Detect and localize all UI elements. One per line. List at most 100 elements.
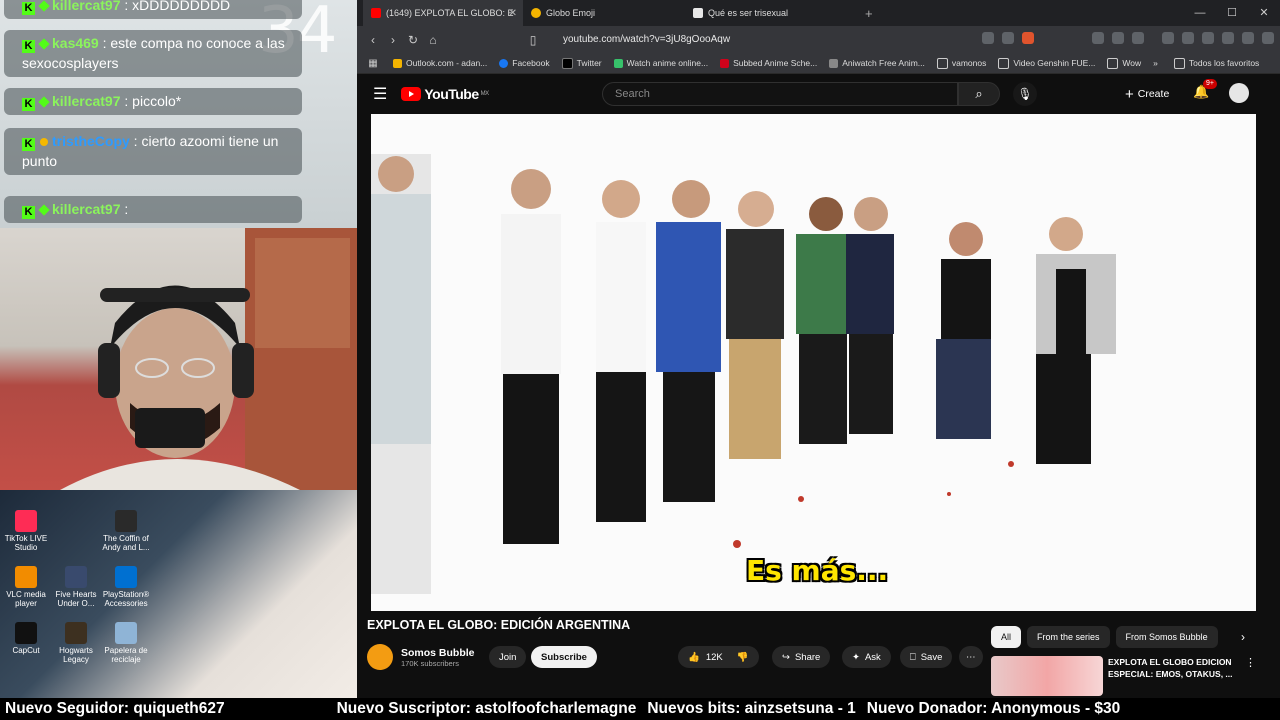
url-field[interactable]: youtube.com/watch?v=3jU8gOooAqw [563, 34, 730, 45]
desktop-icon[interactable]: VLC media player [0, 566, 52, 608]
bookmark-folder[interactable]: Video Genshin FUE... [998, 57, 1095, 69]
bookmark-folder[interactable]: Todos los favoritos [1173, 57, 1259, 69]
ask-button[interactable]: ✦ Ask [842, 646, 891, 668]
search-icon: ⌕ [975, 86, 983, 101]
chevron-right-icon[interactable]: › [1241, 630, 1245, 644]
sparkle-icon: ✦ [852, 651, 860, 663]
bookmark-item[interactable]: Subbed Anime Sche... [720, 58, 817, 68]
tab-youtube[interactable]: (1649) EXPLOTA EL GLOBO: E ✕ [363, 0, 523, 26]
subscribe-button[interactable]: Subscribe [531, 646, 597, 668]
extension-icon[interactable] [1002, 32, 1014, 44]
kick-icon: K [22, 138, 35, 151]
thumbs-down-icon[interactable]: 👎 [737, 652, 749, 663]
game-icon [65, 566, 87, 588]
gem-badge-icon [38, 96, 50, 108]
kick-icon: K [22, 40, 35, 53]
extension-icon[interactable] [1112, 32, 1124, 44]
account-avatar[interactable] [1229, 83, 1249, 103]
notification-badge: 9+ [1203, 79, 1217, 89]
channel-name[interactable]: Somos Bubble [401, 647, 475, 659]
alerts-ticker: Nuevo Seguidor: quiqueth627 Nuevo Suscri… [0, 698, 1280, 720]
chat-message: Kkillercat97 : piccolo* [4, 88, 302, 115]
bookmark-item[interactable]: Watch anime online... [613, 58, 708, 68]
forward-icon[interactable]: › [383, 33, 403, 47]
stream-overlay: 34 Kkillercat97 : xDDDDDDDDD Kkas469 : e… [0, 0, 357, 698]
desktop-icon[interactable]: TikTok LIVE Studio [0, 510, 52, 552]
back-icon[interactable]: ‹ [363, 33, 383, 47]
bookmark-item[interactable]: Twitter [561, 57, 602, 69]
minimize-icon[interactable]: — [1184, 0, 1216, 26]
folder-icon [1107, 57, 1119, 69]
apps-icon[interactable]: ▦ [363, 58, 383, 69]
channel-row: Somos Bubble 170K subscribers [367, 644, 475, 670]
close-tab-icon[interactable]: ✕ [509, 8, 517, 19]
bookmark-icon[interactable]: ▯ [523, 33, 543, 47]
tab-trisexual[interactable]: Qué es ser trisexual [685, 0, 855, 26]
bookmark-folder[interactable]: Wow [1107, 57, 1141, 69]
youtube-play-icon [401, 87, 422, 101]
bookmark-item[interactable]: Aniwatch Free Anim... [829, 58, 925, 68]
home-icon[interactable]: ⌂ [423, 33, 443, 47]
ticker-bits: Nuevos bits: ainzsetsuna - 1 [647, 700, 856, 717]
recycle-bin-icon [115, 622, 137, 644]
save-button[interactable]: ⎕ Save [900, 646, 953, 668]
tab-globo-emoji[interactable]: Globo Emoji [523, 0, 685, 26]
close-window-icon[interactable]: ✕ [1248, 0, 1280, 26]
sidebar-icon[interactable] [1182, 32, 1194, 44]
chip-from-channel[interactable]: From Somos Bubble [1115, 626, 1218, 648]
more-actions-button[interactable]: ⋯ [959, 646, 983, 668]
microphone-icon: 🎙 [1017, 87, 1033, 101]
more-dots-icon: ⋯ [966, 651, 976, 663]
desktop-icon[interactable]: PlayStation® Accessories [100, 566, 152, 608]
tiktok-icon [15, 510, 37, 532]
desktop-icon[interactable]: The Coffin of Andy and L... [100, 510, 152, 552]
x-icon [561, 57, 573, 69]
reload-icon[interactable]: ↻ [403, 33, 423, 47]
maximize-icon[interactable]: ☐ [1216, 0, 1248, 26]
thumbs-up-icon: 👍 [688, 651, 700, 663]
voice-search-button[interactable]: 🎙 [1013, 82, 1037, 106]
music-icon[interactable] [1162, 32, 1174, 44]
extension-icon[interactable] [1092, 32, 1104, 44]
create-button[interactable]: + Create [1125, 82, 1169, 106]
search-input[interactable]: Search [602, 82, 958, 106]
related-video-item[interactable]: EXPLOTA EL GLOBO EDICION ESPECIAL: EMOS,… [991, 656, 1256, 696]
youtube-favicon-icon [371, 8, 381, 18]
channel-avatar[interactable] [367, 644, 393, 670]
like-button[interactable]: 👍 12K 👎 [678, 646, 759, 668]
chip-from-series[interactable]: From the series [1027, 626, 1110, 648]
wallet-icon[interactable] [1242, 32, 1254, 44]
related-panel: All From the series From Somos Bubble › EX… [991, 626, 1256, 696]
globe-favicon-icon [531, 8, 541, 18]
youtube-logo[interactable]: YouTube MX [401, 86, 489, 102]
desktop-icon[interactable]: Hogwarts Legacy [50, 622, 102, 664]
video-title: EXPLOTA EL GLOBO: EDICIÓN ARGENTINA [367, 618, 631, 632]
desktop-icon[interactable]: Five Hearts Under O... [50, 566, 102, 608]
extension-icon[interactable] [982, 32, 994, 44]
more-vertical-icon[interactable]: ⋮ [1245, 656, 1256, 696]
menu-icon[interactable] [1262, 32, 1274, 44]
share-button[interactable]: ↪ Share [772, 646, 831, 668]
join-button[interactable]: Join [489, 646, 527, 668]
extension-icon[interactable] [1202, 32, 1214, 44]
anime-site-icon [613, 58, 623, 68]
webcam-feed [0, 228, 357, 490]
search-button[interactable]: ⌕ [958, 82, 1000, 106]
bookmark-folder[interactable]: vamonos [936, 57, 986, 69]
chat-overlay: 34 Kkillercat97 : xDDDDDDDDD Kkas469 : e… [0, 0, 357, 228]
chevron-right-icon[interactable]: » [1153, 58, 1158, 68]
bookmark-item[interactable]: Outlook.com - adan... [393, 58, 487, 68]
desktop-icon[interactable]: CapCut [0, 622, 52, 655]
video-player[interactable]: Es más... [371, 114, 1256, 611]
vlc-icon [15, 566, 37, 588]
hamburger-menu-icon[interactable]: ☰ [373, 84, 387, 104]
bookmark-item[interactable]: Facebook [499, 58, 550, 68]
brave-shield-icon[interactable] [1022, 32, 1034, 44]
ticker-donation: Nuevo Donador: Anonymous - $30 [866, 700, 1121, 717]
vpn-icon[interactable] [1222, 32, 1234, 44]
extension-icon[interactable] [1132, 32, 1144, 44]
gem-badge-icon [38, 0, 50, 12]
chip-all[interactable]: All [991, 626, 1022, 648]
desktop-icon[interactable]: Papelera de reciclaje [100, 622, 152, 664]
new-tab-icon[interactable]: + [865, 6, 873, 21]
